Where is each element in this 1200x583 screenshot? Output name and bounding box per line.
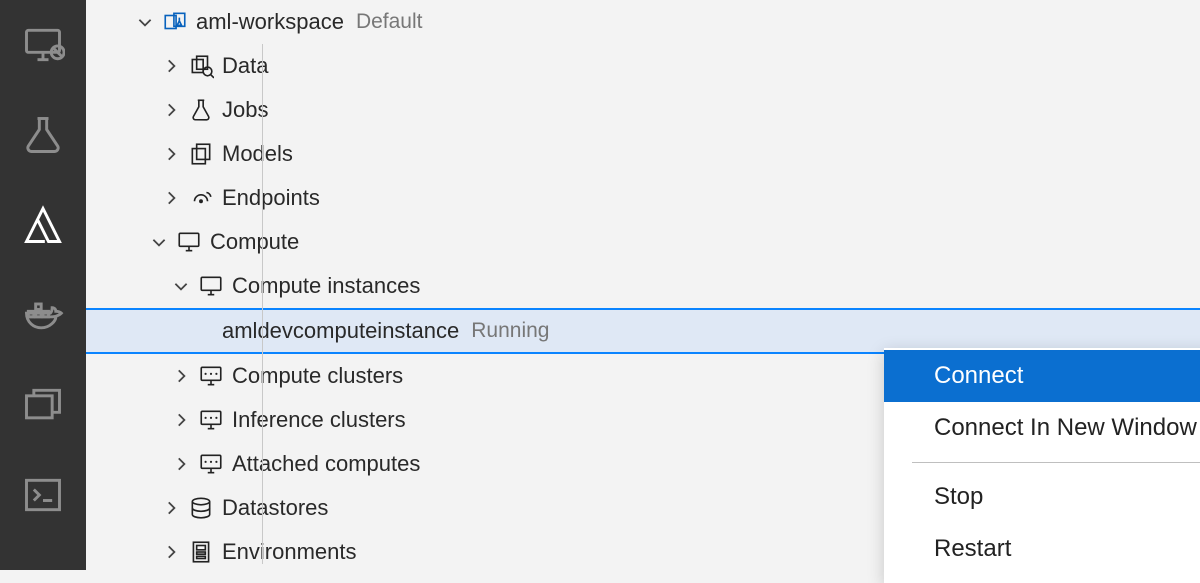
tree-item-compute[interactable]: Compute	[86, 220, 1200, 264]
chevron-down-icon[interactable]	[168, 277, 194, 295]
chevron-right-icon[interactable]	[158, 101, 184, 119]
tree-item-label: Compute instances	[232, 273, 420, 299]
context-menu-connect[interactable]: Connect	[884, 350, 1200, 402]
tree-item-label: Inference clusters	[232, 407, 406, 433]
chevron-right-icon[interactable]	[158, 499, 184, 517]
endpoint-icon	[184, 185, 218, 211]
tree-item-label: Environments	[222, 539, 357, 565]
beaker-icon	[184, 97, 218, 123]
activity-bar	[0, 0, 86, 570]
activity-azure-icon[interactable]	[0, 180, 86, 270]
tree-item-label: Models	[222, 141, 293, 167]
chevron-right-icon[interactable]	[168, 455, 194, 473]
activity-docker-icon[interactable]	[0, 270, 86, 360]
workspace-row[interactable]: aml-workspace Default	[86, 0, 1200, 44]
models-icon	[184, 141, 218, 167]
activity-multiwindow-icon[interactable]	[0, 360, 86, 450]
activity-remote-icon[interactable]	[0, 0, 86, 90]
chevron-down-icon[interactable]	[132, 13, 158, 31]
tree-item-label: Endpoints	[222, 185, 320, 211]
context-menu-restart[interactable]: Restart	[884, 523, 1200, 575]
chevron-right-icon[interactable]	[168, 367, 194, 385]
chevron-right-icon[interactable]	[158, 145, 184, 163]
chevron-right-icon[interactable]	[158, 189, 184, 207]
context-menu: Connect Connect In New Window Stop Resta…	[884, 348, 1200, 583]
tree-item-endpoints[interactable]: Endpoints	[86, 176, 1200, 220]
compute-cluster-icon	[194, 407, 228, 433]
indent-guide	[262, 44, 263, 564]
compute-instance-icon	[194, 273, 228, 299]
datastore-icon	[184, 495, 218, 521]
compute-instance-name: amldevcomputeinstance	[222, 318, 459, 344]
tree-item-label: Attached computes	[232, 451, 420, 477]
workspace-default-badge: Default	[356, 10, 423, 34]
azure-ml-explorer: aml-workspace Default Data Jobs Models	[86, 0, 1200, 570]
compute-instance-status: Running	[471, 319, 549, 343]
chevron-right-icon[interactable]	[168, 411, 194, 429]
compute-cluster-icon	[194, 363, 228, 389]
compute-cluster-icon	[194, 451, 228, 477]
chevron-right-icon[interactable]	[158, 57, 184, 75]
tree-item-compute-instances[interactable]: Compute instances	[86, 264, 1200, 308]
environment-icon	[184, 539, 218, 565]
workspace-icon	[158, 9, 192, 35]
activity-beaker-icon[interactable]	[0, 90, 86, 180]
tree-item-models[interactable]: Models	[86, 132, 1200, 176]
workspace-name: aml-workspace	[196, 9, 344, 35]
compute-icon	[172, 229, 206, 255]
tree-item-label: Compute clusters	[232, 363, 403, 389]
context-menu-connect-new-window[interactable]: Connect In New Window	[884, 402, 1200, 454]
tree-item-data[interactable]: Data	[86, 44, 1200, 88]
tree-item-label: Compute	[210, 229, 299, 255]
data-icon	[184, 53, 218, 79]
context-menu-stop[interactable]: Stop	[884, 471, 1200, 523]
chevron-down-icon[interactable]	[146, 233, 172, 251]
context-menu-separator	[912, 462, 1200, 463]
tree-item-label: Datastores	[222, 495, 328, 521]
chevron-right-icon[interactable]	[158, 543, 184, 561]
activity-terminal-icon[interactable]	[0, 450, 86, 540]
tree-item-jobs[interactable]: Jobs	[86, 88, 1200, 132]
